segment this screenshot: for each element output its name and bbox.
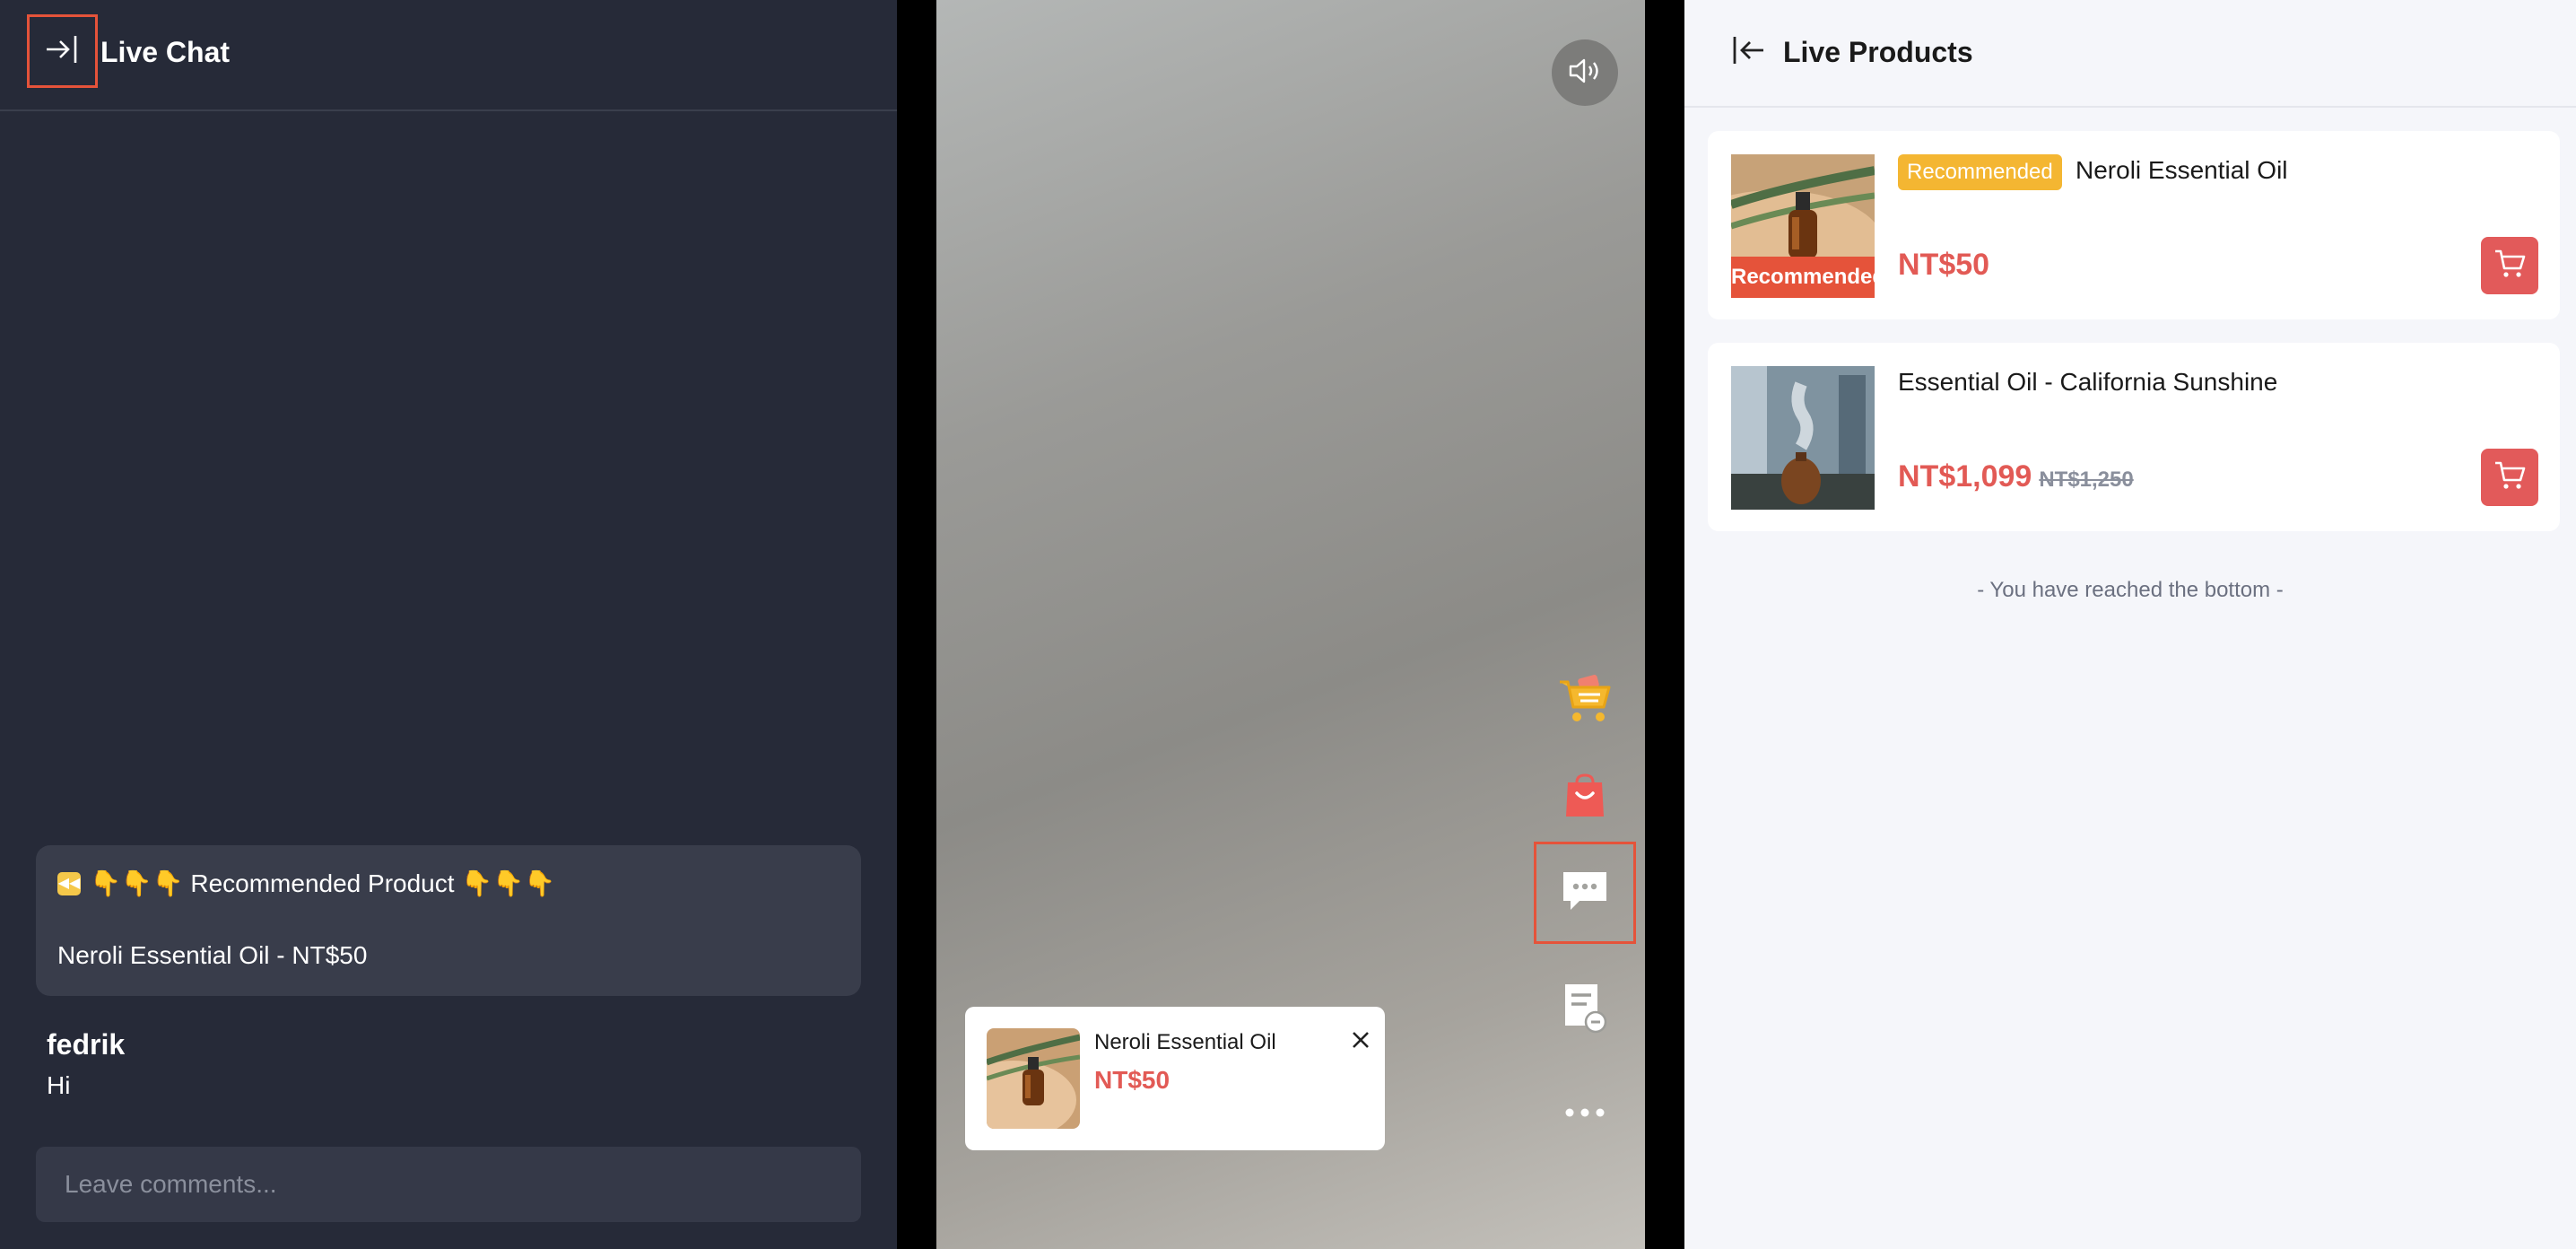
pinned-product-text: Neroli Essential Oil - NT$50 <box>57 941 368 969</box>
product-popup-price: NT$50 <box>1094 1066 1171 1094</box>
product-popup[interactable]: Neroli Essential Oil NT$50 <box>965 1007 1385 1150</box>
arrow-right-bar-icon <box>45 33 81 70</box>
close-icon <box>1352 1031 1370 1053</box>
products-title: Live Products <box>1783 36 1973 68</box>
product-popup-image <box>987 1028 1080 1129</box>
shopping-cart-button[interactable] <box>1534 668 1636 736</box>
more-icon <box>1564 1106 1606 1122</box>
cart-icon <box>2493 249 2526 284</box>
product-price: NT$50 <box>1898 248 1989 283</box>
product-card[interactable]: Recommended Recommended Neroli Essential… <box>1708 131 2560 319</box>
add-to-cart-button[interactable] <box>2481 449 2538 506</box>
more-options-button[interactable] <box>1534 1098 1636 1131</box>
shopping-bag-icon <box>1562 773 1607 825</box>
products-header: Live Products <box>1684 0 2576 108</box>
chat-title: Live Chat <box>100 36 231 68</box>
speaker-icon <box>1567 56 1603 91</box>
product-image <box>1731 366 1875 510</box>
product-name: Neroli Essential Oil <box>2076 156 2288 184</box>
live-video-panel[interactable]: Neroli Essential Oil NT$50 <box>936 0 1645 1249</box>
product-price-value: NT$50 <box>1898 248 1990 282</box>
product-price-value: NT$1,099 <box>1898 459 2032 493</box>
close-popup-button[interactable] <box>1347 1028 1374 1055</box>
collapse-products-button[interactable] <box>1727 32 1771 72</box>
comment-input[interactable] <box>36 1147 861 1222</box>
message-username: fedrik <box>47 1028 126 1061</box>
end-of-list-note: - You have reached the bottom - <box>1977 578 2284 602</box>
live-products-panel: Live Products Recommended Recommended Ne… <box>1684 0 2576 1249</box>
image-recommended-badge: Recommended <box>1731 257 1875 298</box>
add-to-cart-button[interactable] <box>2481 237 2538 294</box>
pinned-headline: 👇👇👇 Recommended Product 👇👇👇 <box>90 869 555 897</box>
notes-icon <box>1562 981 1608 1039</box>
product-image: Recommended <box>1731 154 1875 298</box>
notes-button[interactable] <box>1534 978 1636 1041</box>
shopping-cart-icon <box>1557 674 1613 729</box>
shop-bag-button[interactable] <box>1534 768 1636 829</box>
chat-bubble-icon <box>1560 869 1610 918</box>
rewind-badge-icon: ◀◀ <box>57 871 81 895</box>
live-chat-panel: Live Chat ◀◀ 👇👇👇 Recommended Product 👇👇👇… <box>0 0 897 1249</box>
message-text: Hi <box>47 1071 71 1099</box>
product-original-price: NT$1,250 <box>2039 467 2134 492</box>
cart-icon <box>2493 460 2526 495</box>
volume-button[interactable] <box>1552 39 1618 106</box>
product-card[interactable]: Essential Oil - California Sunshine NT$1… <box>1708 343 2560 531</box>
collapse-chat-button[interactable] <box>27 14 98 88</box>
recommended-tag: Recommended <box>1898 154 2062 190</box>
product-price: NT$1,099 NT$1,250 <box>1898 459 2134 494</box>
arrow-left-bar-icon <box>1731 34 1767 71</box>
product-popup-name: Neroli Essential Oil <box>1094 1030 1276 1054</box>
product-name: Essential Oil - California Sunshine <box>1898 368 2278 396</box>
chat-header: Live Chat <box>0 0 897 111</box>
app-root: Live Chat ◀◀ 👇👇👇 Recommended Product 👇👇👇… <box>0 0 2576 1249</box>
toggle-chat-button[interactable] <box>1534 842 1636 944</box>
pinned-recommendation: ◀◀ 👇👇👇 Recommended Product 👇👇👇 Neroli Es… <box>36 845 861 996</box>
